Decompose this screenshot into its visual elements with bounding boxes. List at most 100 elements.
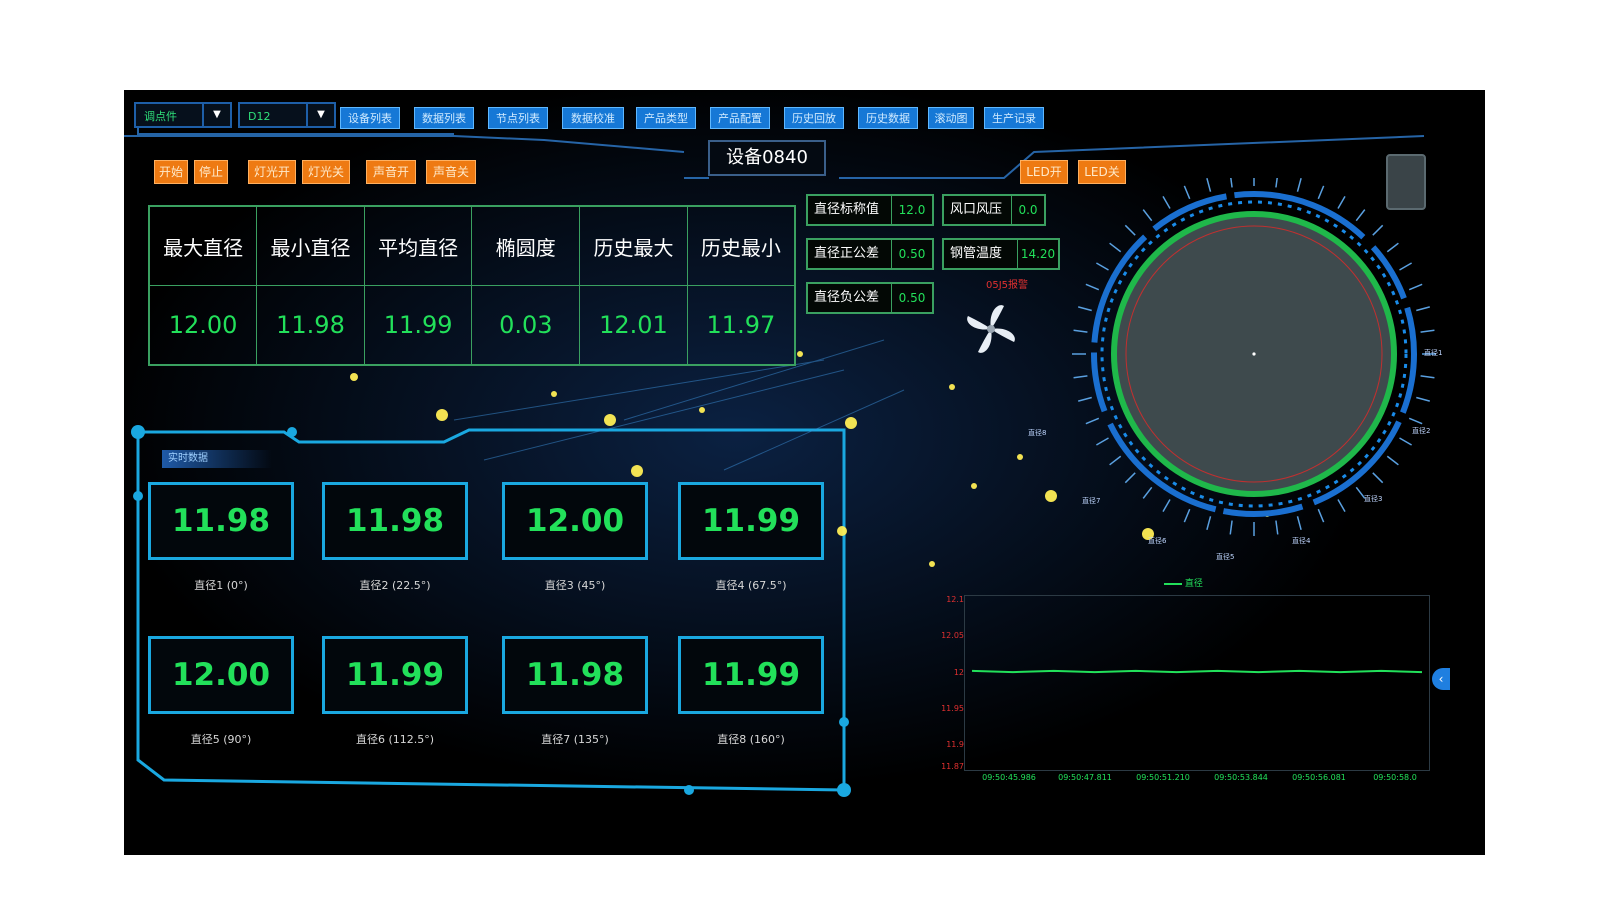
gauge-tick [1317,185,1325,200]
x-tick-label: 09:50:51.210 [1136,773,1190,782]
y-tick-label: 12.1 [946,595,964,604]
gauge-tick [1296,516,1302,530]
gauge-tick [1183,508,1191,523]
param-value: 14.20 [1017,240,1058,268]
y-tick-label: 12.05 [941,631,964,640]
stats-value-cell: 11.98 [256,285,365,366]
realtime-value-cell: 11.99 [678,482,824,560]
realtime-value-cell: 12.00 [148,636,294,714]
realtime-cell-label: 直径6 (112.5°) [355,733,435,746]
realtime-value-cell: 11.99 [678,636,824,714]
nav-data-list[interactable]: 数据列表 [414,107,474,129]
x-tick-label: 09:50:47.811 [1058,773,1112,782]
gauge-tick [1096,262,1109,271]
gauge-label: 直径5 [1216,553,1235,561]
gauge-label: 直径1 [1424,349,1443,357]
gauge-label: 直径4 [1292,537,1311,545]
param-nominal-diameter: 直径标称值 12.0 [806,194,934,226]
gauge-tick [1085,417,1100,425]
chevron-down-icon[interactable]: ▼ [306,104,334,126]
stats-header-cell: 历史最小 [686,205,796,286]
realtime-cell-label: 直径3 (45°) [544,579,606,592]
nav-device-list[interactable]: 设备列表 [340,107,400,129]
stop-button[interactable]: 停止 [194,160,228,184]
gauge-tick [1142,209,1153,222]
gauge-tick [1317,508,1325,523]
series-line [971,669,1423,674]
gauge-tick [1109,455,1122,466]
nav-product-config[interactable]: 产品配置 [710,107,770,129]
gauge-tick [1416,306,1430,312]
nav-scroll-chart[interactable]: 滚动图 [928,107,974,129]
gauge-label: 直径6 [1148,537,1167,545]
nav-data-calibration[interactable]: 数据校准 [562,107,624,129]
mode-select[interactable]: 调点件 ▼ [134,102,232,128]
realtime-value-cell: 11.98 [322,482,468,560]
nav-history-data[interactable]: 历史数据 [858,107,918,129]
param-label: 钢管温度 [950,246,1003,261]
realtime-value-cell: 11.99 [322,636,468,714]
gauge-tick [1416,396,1430,402]
gauge-tick [1142,486,1153,499]
stats-value-cell: 11.99 [363,285,473,366]
gauge-tick [1275,520,1279,535]
gauge-tick [1085,283,1100,291]
realtime-cell-label: 直径8 (160°) [717,733,785,746]
stats-header-cell: 历史最大 [579,205,688,286]
stats-value-cell: 12.01 [579,285,688,366]
stats-value-cell: 0.03 [471,285,581,366]
start-button[interactable]: 开始 [154,160,188,184]
gauge-tick [1124,224,1136,236]
gauge-tick [1355,209,1366,222]
gauge-tick [1420,375,1435,379]
realtime-cell-label: 直径4 (67.5°) [715,579,787,592]
param-value: 12.0 [891,196,932,224]
x-tick-label: 09:50:58.0 [1373,773,1417,782]
sound-on-button[interactable]: 声音开 [366,160,416,184]
realtime-value-cell: 11.98 [148,482,294,560]
gauge-tick [1372,224,1384,236]
mode-select-value: 调点件 [144,110,177,123]
nav-production-record[interactable]: 生产记录 [984,107,1044,129]
gauge-label: 直径2 [1412,427,1431,435]
gauge-tick [1408,417,1423,425]
realtime-title: 实时数据 [162,450,272,468]
param-label: 直径负公差 [814,290,880,305]
x-tick-label: 09:50:45.986 [982,773,1036,782]
stats-header-row: 最大直径 最小直径 平均直径 椭圆度 历史最大 历史最小 [148,205,796,286]
nav-product-type[interactable]: 产品类型 [636,107,696,129]
param-pipe-temperature: 钢管温度 14.20 [942,238,1060,270]
device-select[interactable]: D12 ▼ [238,102,336,128]
stats-header-cell: 平均直径 [363,205,473,286]
gauge-tick [1399,437,1412,446]
chevron-left-icon[interactable]: ‹ [1432,668,1450,690]
param-air-pressure: 风口风压 0.0 [942,194,1046,226]
light-off-button[interactable]: 灯光关 [302,160,350,184]
nav-node-list[interactable]: 节点列表 [488,107,548,129]
chevron-down-icon[interactable]: ▼ [202,104,230,126]
realtime-cell-label: 直径5 (90°) [190,733,252,746]
stats-table: 最大直径 最小直径 平均直径 椭圆度 历史最大 历史最小 12.00 11.98… [148,205,796,366]
nav-history-playback[interactable]: 历史回放 [784,107,844,129]
dashboard-screen: 调点件 ▼ D12 ▼ 设备列表 数据列表 节点列表 数据校准 产品类型 产品配… [124,90,1485,855]
stats-value-cell: 11.97 [686,285,796,366]
alarm-text: 05J5报警 [986,280,1029,291]
sound-off-button[interactable]: 声音关 [426,160,476,184]
stats-header-cell: 椭圆度 [471,205,581,286]
param-negative-tolerance: 直径负公差 0.50 [806,282,934,314]
realtime-cell-label: 直径2 (22.5°) [359,579,431,592]
light-on-button[interactable]: 灯光开 [248,160,296,184]
y-tick-label: 12 [953,668,964,677]
gauge-tick [1162,196,1171,209]
gauge-tick [1399,262,1412,271]
fan-icon [967,305,1015,353]
param-positive-tolerance: 直径正公差 0.50 [806,238,934,270]
gauge-tick [1109,242,1122,253]
gauge-tick [1183,185,1191,200]
gauge-tick [1337,196,1346,209]
gauge-tick [1124,472,1136,484]
gauge-tick [1073,329,1088,333]
gauge-tick [1096,437,1109,446]
gauge-tick [1296,178,1302,192]
gauge-tick [1229,520,1233,535]
